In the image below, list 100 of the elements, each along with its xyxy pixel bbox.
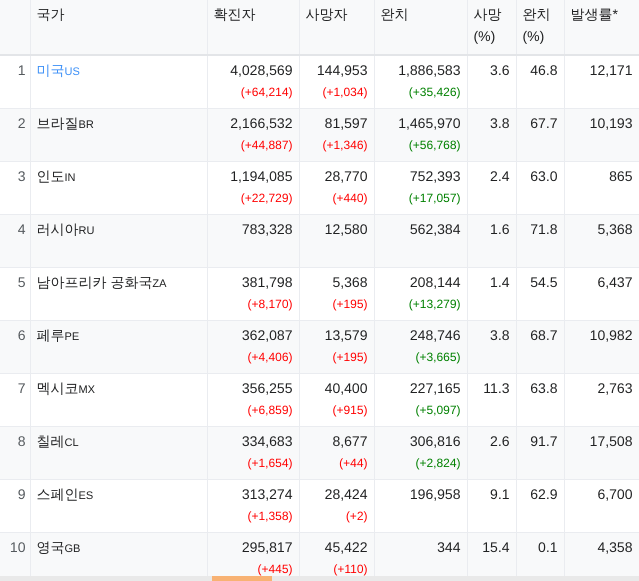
value-text: 752,393: [408, 166, 460, 186]
value-text: 67.7: [529, 114, 558, 132]
value-text: 46.8: [529, 61, 558, 80]
value-text: 28,424: [324, 484, 368, 504]
change-text: (+1,346): [322, 138, 368, 154]
change-text: (+56,768): [408, 138, 460, 154]
value-text: 71.8: [529, 220, 558, 238]
change-text: (+1,358): [247, 508, 292, 524]
value-text: 4,358: [596, 538, 632, 556]
column-header[interactable]: 완치 (%): [516, 0, 564, 55]
change-text: (+2): [346, 508, 368, 524]
change-text: (+195): [332, 296, 368, 312]
value-text: 144,953: [316, 61, 368, 80]
value-text: 12,580: [324, 220, 368, 238]
value-text: 11.3: [482, 378, 510, 398]
change-text: (+6,859): [247, 402, 292, 418]
value-text: 1,194,085: [229, 166, 292, 186]
value-text: 2,763: [596, 378, 632, 398]
value-text: 562,384: [408, 220, 460, 238]
change-text: (+3,665): [415, 350, 460, 366]
scrollbar-thumb[interactable]: [212, 576, 272, 581]
change-text: (+445): [257, 562, 292, 578]
value-text: 13,579: [324, 326, 368, 344]
change-text: (+440): [332, 190, 368, 206]
change-text: (+5,097): [415, 402, 460, 418]
change-text: (+64,214): [240, 85, 292, 101]
country-name: 칠레 CL: [36, 432, 79, 448]
value-text: 3.8: [489, 114, 510, 132]
value-text: 2.4: [489, 166, 510, 186]
value-text: 306,816: [408, 432, 460, 450]
value-text: 10,982: [588, 326, 632, 344]
value-text: 28,770: [324, 166, 368, 186]
value-text: 362,087: [240, 326, 292, 344]
value-text: 5,368: [331, 272, 368, 292]
change-text: (+22,729): [240, 190, 292, 206]
value-text: 4,028,569: [229, 61, 292, 80]
value-text: 3.6: [489, 61, 510, 80]
rank-cell: 8: [0, 426, 30, 479]
column-header[interactable]: 확진자: [207, 0, 299, 55]
change-text: (+1,654): [247, 456, 292, 472]
rank-cell: 9: [0, 479, 30, 532]
change-text: (+195): [332, 350, 368, 366]
value-text: 63.8: [529, 378, 558, 398]
change-text: (+13,279): [408, 296, 460, 312]
value-text: 2.6: [489, 432, 510, 450]
change-text: (+17,057): [408, 190, 460, 206]
value-text: 381,798: [240, 272, 292, 292]
change-text: (+915): [332, 402, 368, 418]
value-text: 356,255: [240, 378, 292, 398]
change-text: (+2,824): [415, 456, 460, 472]
column-header[interactable]: 완치: [374, 0, 467, 55]
country-name: 영국GB: [36, 538, 80, 554]
country-name: 남아프리카 공화국ZA: [36, 274, 166, 290]
rank-cell: 7: [0, 373, 30, 426]
value-text: 1,886,583: [397, 61, 460, 80]
scrollbar[interactable]: [0, 576, 639, 581]
value-text: 865: [608, 166, 632, 186]
value-text: 6,700: [596, 484, 632, 504]
change-text: (+8,170): [247, 296, 292, 312]
value-text: 45,422: [324, 538, 368, 556]
rank-cell: 1: [0, 55, 30, 108]
column-header[interactable]: 사망 (%): [467, 0, 516, 55]
value-text: 62.9: [529, 484, 558, 504]
value-text: 68.7: [529, 326, 558, 344]
value-text: 196,958: [408, 484, 460, 504]
country-name: 스페인ES: [36, 486, 94, 502]
column-header[interactable]: 사망자: [299, 0, 374, 55]
rank-cell: 6: [0, 320, 30, 373]
value-text: 9.1: [489, 484, 510, 504]
change-text: (+110): [333, 562, 368, 578]
value-text: 81,597: [324, 114, 368, 132]
country-name: 브라질BR: [36, 114, 94, 130]
value-text: 3.8: [489, 326, 510, 344]
value-text: 15.4: [481, 538, 510, 556]
value-text: 5,368: [596, 220, 632, 238]
value-text: 8,677: [331, 432, 368, 450]
country-name: 멕시코MX: [36, 380, 95, 396]
value-text: 783,328: [240, 220, 292, 238]
value-text: 295,817: [240, 538, 292, 556]
column-header[interactable]: 발생률*: [564, 0, 639, 55]
value-text: 1,465,970: [397, 114, 460, 132]
change-text: (+44,887): [240, 138, 292, 154]
column-header[interactable]: 국가: [30, 0, 207, 55]
value-text: 2,166,532: [229, 114, 292, 132]
value-text: 12,171: [588, 61, 632, 80]
value-text: 40,400: [324, 378, 368, 398]
change-text: (+35,426): [408, 85, 460, 101]
value-text: 208,144: [408, 272, 460, 292]
value-text: 1.6: [489, 220, 510, 238]
value-text: 248,746: [408, 326, 460, 344]
value-text: 10,193: [588, 114, 632, 132]
rank-cell: 4: [0, 214, 30, 267]
value-text: 17,508: [588, 432, 632, 450]
value-text: 1.4: [489, 272, 510, 292]
change-text: (+1,034): [322, 85, 368, 101]
country-name: 페루PE: [36, 326, 80, 342]
rank-cell: 3: [0, 161, 30, 214]
value-text: 344: [436, 538, 460, 556]
value-text: 91.7: [529, 432, 558, 450]
value-text: 6,437: [596, 272, 632, 292]
